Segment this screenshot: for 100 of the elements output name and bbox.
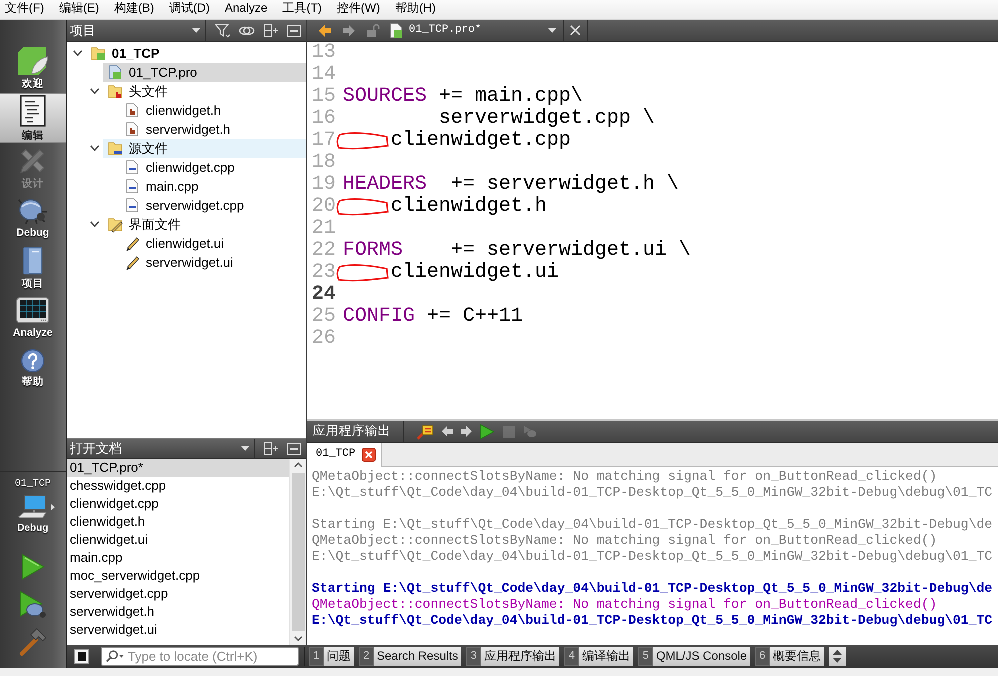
- mode-button[interactable]: 编辑: [0, 93, 66, 143]
- document-item[interactable]: clienwidget.h: [67, 513, 289, 531]
- file-icon: [108, 64, 124, 80]
- split-icon[interactable]: [264, 24, 278, 37]
- menu-item[interactable]: 工具(T): [282, 0, 322, 19]
- caret-down-icon[interactable]: [548, 28, 557, 33]
- menu-item[interactable]: Analyze: [225, 0, 268, 19]
- output-tab[interactable]: 01_TCP: [307, 443, 382, 467]
- sidebar-toggle-icon[interactable]: [74, 649, 89, 664]
- view-selector[interactable]: 打开文档: [70, 439, 255, 458]
- tree-item[interactable]: serverwidget.h: [120, 120, 306, 139]
- scrollbar-thumb[interactable]: [292, 473, 304, 631]
- hammer-icon[interactable]: [19, 628, 47, 656]
- document-item[interactable]: moc_serverwidget.cpp: [67, 567, 289, 585]
- target-selector[interactable]: 01_TCP Debug: [0, 471, 66, 548]
- code-line: clienwidget.ui: [390, 262, 560, 284]
- document-item[interactable]: main.cpp: [67, 549, 289, 567]
- panel-icon[interactable]: [287, 24, 301, 36]
- document-item[interactable]: serverwidget.cpp: [67, 585, 289, 603]
- output-line: E:\Qt_stuff\Qt_Code\day_04\build-01_TCP-Desktop_Qt_5_5_0_MinGW_32bit-Debug\debug\01_TC: [312, 549, 994, 565]
- folder-icon: [108, 140, 124, 156]
- scrollbar[interactable]: [289, 459, 306, 645]
- filter-icon[interactable]: [215, 24, 230, 38]
- play-bug-icon[interactable]: [19, 591, 47, 619]
- logo-icon: [18, 46, 48, 74]
- code-line: serverwidget.cpp \: [438, 108, 656, 130]
- mode-button[interactable]: 欢迎: [0, 43, 66, 93]
- caret-down-icon[interactable]: [192, 28, 201, 33]
- tree-item[interactable]: 源文件: [103, 139, 306, 158]
- document-item[interactable]: serverwidget.h: [67, 603, 289, 621]
- chevron-down-icon[interactable]: [90, 145, 100, 152]
- menu-item[interactable]: 编辑(E): [59, 0, 100, 19]
- play-icon[interactable]: [21, 554, 45, 580]
- output-line: E:\Qt_stuff\Qt_Code\day_04\build-01_TCP-Desktop_Qt_5_5_0_MinGW_32bit-Debug\debug\01_TC: [312, 613, 994, 629]
- chevron-down-icon[interactable]: [90, 221, 100, 228]
- arrow-left-icon[interactable]: [319, 24, 331, 36]
- tree-item[interactable]: 界面文件: [103, 215, 306, 234]
- code-line: clienwidget.h: [390, 196, 548, 218]
- tree-item[interactable]: serverwidget.ui: [120, 253, 306, 272]
- line-number: 16: [312, 108, 336, 130]
- tree-item[interactable]: 头文件: [103, 82, 306, 101]
- bug-icon: [18, 198, 48, 224]
- document-icon: [20, 94, 46, 126]
- link-icon[interactable]: [239, 24, 255, 36]
- document-item[interactable]: chesswidget.cpp: [67, 477, 289, 495]
- mode-button[interactable]: 项目: [0, 243, 66, 293]
- chevron-up-icon[interactable]: [294, 462, 302, 468]
- tree-item[interactable]: 01_TCP.pro: [103, 63, 306, 82]
- split-icon[interactable]: [264, 442, 278, 455]
- padlock-icon: [367, 24, 380, 37]
- line-number: 13: [312, 42, 336, 64]
- line-number: 24: [312, 284, 336, 306]
- close-icon[interactable]: [362, 448, 376, 462]
- monitor-icon: [16, 297, 50, 324]
- document-item[interactable]: clienwidget.cpp: [67, 495, 289, 513]
- mode-button[interactable]: Analyze: [0, 293, 66, 343]
- menu-item[interactable]: 帮助(H): [395, 0, 436, 19]
- view-selector[interactable]: 项目: [70, 20, 206, 41]
- locator-field[interactable]: Type to locate (Ctrl+K): [101, 647, 299, 666]
- tree-item[interactable]: clienwidget.ui: [120, 234, 306, 253]
- arrow-left-icon[interactable]: [442, 426, 453, 437]
- folder-icon: [108, 84, 124, 100]
- folder-icon: [108, 216, 124, 232]
- file-icon: [125, 102, 141, 118]
- tree-item[interactable]: clienwidget.h: [120, 101, 306, 120]
- file-icon: [125, 160, 141, 176]
- ruler-pencil-icon: [19, 146, 47, 174]
- tree-item[interactable]: main.cpp: [120, 177, 306, 196]
- file-icon: [125, 122, 141, 138]
- menu-item[interactable]: 控件(W): [337, 0, 380, 19]
- chevron-down-icon[interactable]: [72, 50, 82, 57]
- menu-item[interactable]: 调试(D): [169, 0, 210, 19]
- document-item[interactable]: serverwidget.ui: [67, 621, 289, 639]
- brush-icon[interactable]: [416, 424, 434, 440]
- mode-button[interactable]: Debug: [0, 193, 66, 243]
- output-line: Starting E:\Qt_stuff\Qt_Code\day_04\build-01_TCP-Desktop_Qt_5_5_0_MinGW_32bit-Debug\de: [312, 517, 994, 533]
- help-icon: [21, 348, 45, 372]
- tree-item[interactable]: serverwidget.cpp: [120, 196, 306, 215]
- document-item[interactable]: 01_TCP.pro*: [67, 459, 289, 477]
- line-number: 19: [312, 174, 336, 196]
- menu-item[interactable]: 文件(F): [5, 0, 44, 19]
- menu-item[interactable]: 构建(B): [114, 0, 154, 19]
- tree-item[interactable]: clienwidget.cpp: [120, 158, 306, 177]
- tree-item[interactable]: 01_TCP: [86, 44, 306, 63]
- play-icon[interactable]: [480, 424, 495, 440]
- computer-icon: [18, 495, 48, 519]
- chevron-down-icon[interactable]: [294, 636, 302, 642]
- mode-button[interactable]: 帮助: [0, 343, 66, 393]
- arrow-right-icon[interactable]: [461, 426, 472, 437]
- chevron-down-icon[interactable]: [90, 88, 100, 95]
- caret-down-icon[interactable]: [241, 446, 250, 451]
- code-line: HEADERS += serverwidget.h \: [343, 174, 680, 196]
- document-selector[interactable]: 01_TCP.pro*: [386, 20, 564, 41]
- up-down-arrows-icon[interactable]: [833, 650, 842, 663]
- output-line: QMetaObject::connectSlotsByName: No matching signal for on_ButtonRead_clicked(): [312, 533, 938, 549]
- document-item[interactable]: clienwidget.ui: [67, 531, 289, 549]
- folder-icon: [91, 46, 107, 62]
- panel-icon[interactable]: [287, 442, 301, 454]
- file-icon: [390, 22, 403, 38]
- caret-right-icon[interactable]: [50, 504, 54, 510]
